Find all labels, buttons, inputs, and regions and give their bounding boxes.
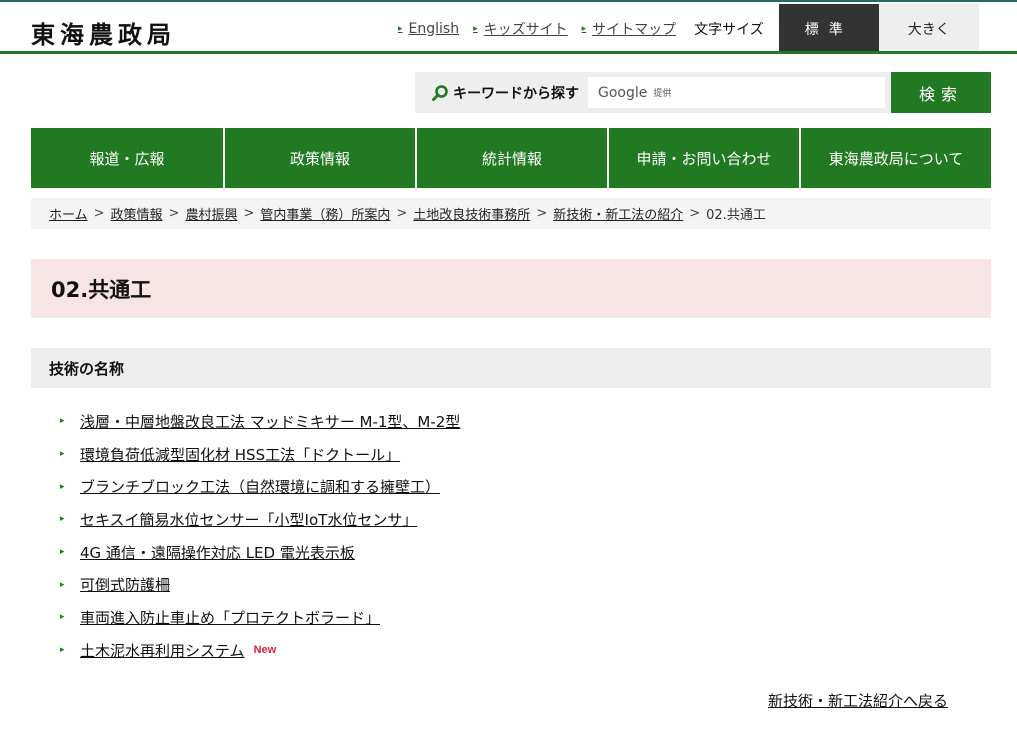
breadcrumb-policy[interactable]: 政策情報 [111, 204, 163, 223]
arrow-icon: ▸ [60, 514, 65, 525]
english-label: English [408, 20, 460, 37]
font-size-label: 文字サイズ [694, 21, 764, 38]
header-divider [0, 51, 1017, 54]
arrow-icon: ▸ [60, 416, 65, 427]
search-box: キーワードから探す Google 提供 [415, 72, 891, 113]
provided-label: 提供 [653, 89, 672, 99]
arrow-icon: ▸ [581, 23, 587, 34]
sitemap-link[interactable]: ▸ サイトマップ [582, 19, 677, 39]
kids-site-label: キッズサイト [483, 21, 568, 38]
section-heading: 技術の名称 [31, 348, 991, 388]
technology-link[interactable]: セキスイ簡易水位センサー「小型IoT水位センサ」 [80, 509, 417, 530]
technology-link[interactable]: ブランチブロック工法（自然環境に調和する擁壁工） [80, 476, 440, 497]
list-item: ▸ ブランチブロック工法（自然環境に調和する擁壁工） [60, 470, 460, 503]
nav-policy[interactable]: 政策情報 [223, 128, 415, 188]
technology-link[interactable]: 浅層・中層地盤改良工法 マッドミキサー M-1型、M-2型 [80, 411, 460, 432]
breadcrumb-separator: > [396, 206, 408, 221]
technology-link[interactable]: 可倒式防護柵 [80, 574, 170, 595]
site-header: 東海農政局 ▸ English ▸ キッズサイト ▸ サイトマップ 文字サイズ 標準 … [0, 2, 1017, 53]
google-brand: Google [598, 84, 648, 101]
technology-list: ▸ 浅層・中層地盤改良工法 マッドミキサー M-1型、M-2型 ▸ 環境負荷低減型固… [60, 405, 460, 667]
breadcrumb-offices[interactable]: 管内事業（務）所案内 [260, 204, 390, 223]
utility-nav: ▸ English ▸ キッズサイト ▸ サイトマップ 文字サイズ 標準 大きく [398, 4, 979, 53]
arrow-icon: ▸ [60, 579, 65, 590]
list-item: ▸ 環境負荷低減型固化材 HSS工法「ドクトール」 [60, 438, 460, 471]
back-link[interactable]: 新技術・新工法紹介へ戻る [768, 690, 948, 711]
nav-press[interactable]: 報道・広報 [31, 128, 223, 188]
breadcrumb-separator: > [689, 206, 701, 221]
list-item: ▸ 土木泥水再利用システム New [60, 634, 460, 667]
list-item: ▸ セキスイ簡易水位センサー「小型IoT水位センサ」 [60, 503, 460, 536]
font-size-large-button[interactable]: 大きく [878, 4, 979, 53]
kids-site-link[interactable]: ▸ キッズサイト [473, 19, 568, 39]
arrow-icon: ▸ [60, 481, 65, 492]
site-logo[interactable]: 東海農政局 [31, 15, 176, 50]
page-title: 02.共通工 [31, 259, 991, 318]
breadcrumb: ホーム > 政策情報 > 農村振興 > 管内事業（務）所案内 > 土地改良技術事務所 > … [31, 198, 991, 229]
breadcrumb-office[interactable]: 土地改良技術事務所 [413, 204, 530, 223]
breadcrumb-separator: > [168, 206, 180, 221]
breadcrumb-separator: > [536, 206, 548, 221]
list-item: ▸ 4G 通信・遠隔操作対応 LED 電光表示板 [60, 536, 460, 569]
arrow-icon: ▸ [398, 23, 403, 34]
breadcrumb-separator: > [243, 206, 255, 221]
technology-link[interactable]: 土木泥水再利用システム [80, 640, 245, 661]
search-button[interactable]: 検索 [891, 72, 991, 113]
arrow-icon: ▸ [473, 23, 478, 34]
english-link[interactable]: ▸ English [398, 21, 459, 37]
font-size-standard-button[interactable]: 標準 [778, 4, 879, 53]
list-item: ▸ 車両進入防止車止め「プロテクトボラード」 [60, 601, 460, 634]
technology-link[interactable]: 車両進入防止車止め「プロテクトボラード」 [80, 607, 380, 628]
breadcrumb-new-tech[interactable]: 新技術・新工法の紹介 [553, 204, 683, 223]
breadcrumb-home[interactable]: ホーム [49, 204, 88, 223]
breadcrumb-current: 02.共通工 [706, 208, 766, 223]
search-label: キーワードから探す [453, 85, 579, 102]
search-icon [431, 84, 449, 102]
breadcrumb-rural[interactable]: 農村振興 [185, 204, 237, 223]
technology-link[interactable]: 4G 通信・遠隔操作対応 LED 電光表示板 [80, 542, 355, 563]
arrow-icon: ▸ [60, 645, 65, 656]
breadcrumb-separator: > [93, 206, 105, 221]
arrow-icon: ▸ [60, 547, 65, 558]
list-item: ▸ 可倒式防護柵 [60, 568, 460, 601]
global-nav: 報道・広報 政策情報 統計情報 申請・お問い合わせ 東海農政局について [31, 128, 991, 188]
sitemap-label: サイトマップ [592, 21, 677, 38]
search-input[interactable]: Google 提供 [588, 77, 885, 108]
nav-applications[interactable]: 申請・お問い合わせ [607, 128, 799, 188]
technology-link[interactable]: 環境負荷低減型固化材 HSS工法「ドクトール」 [80, 444, 400, 465]
arrow-icon: ▸ [60, 612, 65, 623]
new-badge: New [253, 644, 277, 657]
nav-about[interactable]: 東海農政局について [799, 128, 991, 188]
list-item: ▸ 浅層・中層地盤改良工法 マッドミキサー M-1型、M-2型 [60, 405, 460, 438]
nav-statistics[interactable]: 統計情報 [415, 128, 607, 188]
arrow-icon: ▸ [60, 449, 65, 460]
